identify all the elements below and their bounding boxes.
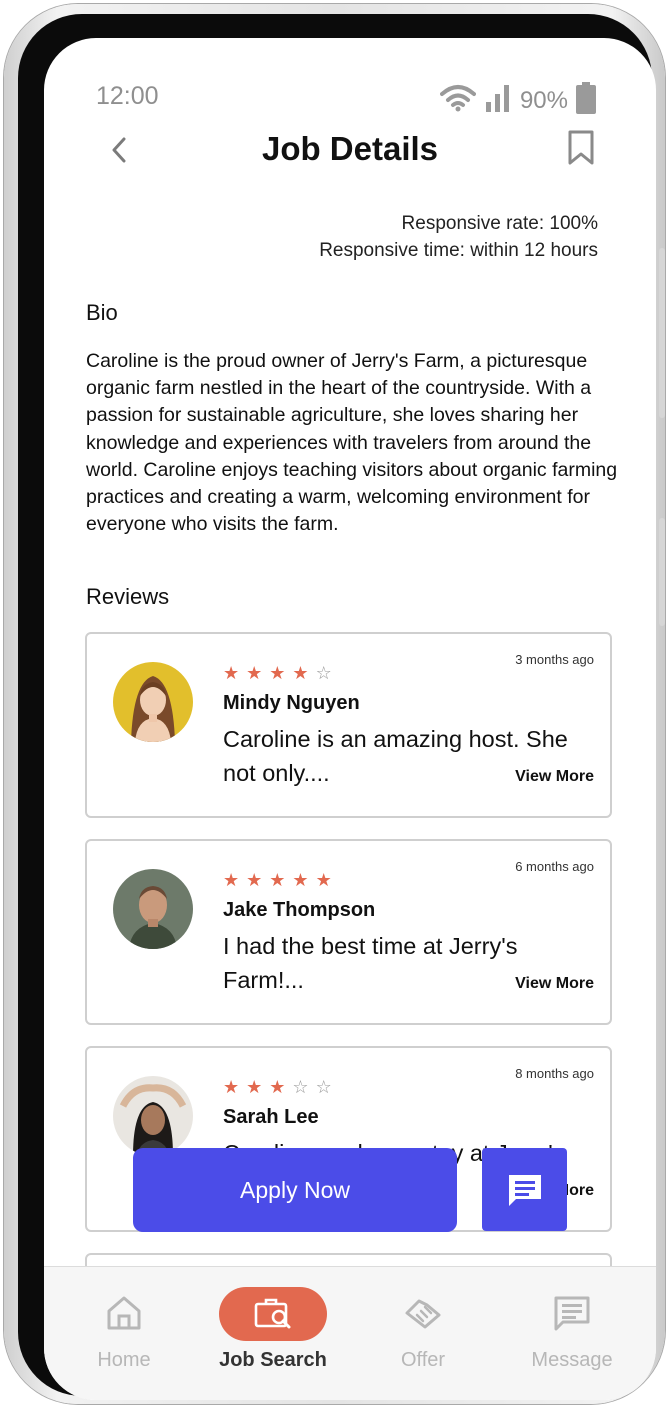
bookmark-button[interactable]	[566, 130, 596, 166]
power-button	[659, 518, 665, 626]
nav-item-offer[interactable]: Offer	[353, 1267, 493, 1400]
star-rating: ★ ★ ★ ★ ★	[223, 871, 332, 891]
handshake-icon	[401, 1293, 445, 1333]
bookmark-icon	[568, 130, 594, 165]
star-filled-icon: ★	[269, 1077, 286, 1098]
star-filled-icon: ★	[223, 1077, 240, 1098]
review-time: 8 months ago	[515, 1066, 594, 1081]
nav-item-home[interactable]: Home	[54, 1267, 194, 1400]
reviewer-name: Jake Thompson	[223, 899, 376, 921]
bio-heading: Bio	[86, 300, 118, 325]
status-bar: 12:00 90%	[96, 82, 596, 114]
message-icon	[550, 1293, 594, 1333]
review-time: 6 months ago	[515, 859, 594, 874]
message-icon	[508, 1174, 541, 1206]
star-empty-icon: ☆	[315, 1077, 332, 1098]
review-card: ★ ★ ★ ★ ☆ 3 months ago Mindy Nguyen Caro…	[85, 632, 612, 818]
nav-item-label: Job Search	[219, 1349, 327, 1371]
star-rating: ★ ★ ★ ★ ☆	[223, 664, 332, 684]
page-title: Job Details	[261, 130, 439, 167]
screen: 12:00 90% Job Details Responsive rate: 1…	[44, 38, 656, 1400]
host-stats: Responsive rate: 100% Responsive time: w…	[319, 210, 598, 264]
status-time: 12:00	[96, 82, 159, 110]
star-filled-icon: ★	[246, 870, 263, 891]
star-filled-icon: ★	[223, 663, 240, 684]
review-time: 3 months ago	[515, 652, 594, 667]
apply-now-button[interactable]: Apply Now	[133, 1148, 457, 1232]
star-filled-icon: ★	[269, 663, 286, 684]
star-rating: ★ ★ ★ ☆ ☆	[223, 1078, 332, 1098]
star-filled-icon: ★	[246, 663, 263, 684]
header: Job Details	[44, 126, 656, 176]
avatar	[113, 869, 193, 949]
nav-item-label: Home	[97, 1349, 151, 1371]
battery-percent: 90%	[519, 87, 568, 114]
responsive-rate: Responsive rate: 100%	[401, 213, 598, 234]
star-filled-icon: ★	[292, 870, 309, 891]
responsive-time: Responsive time: within 12 hours	[319, 240, 598, 261]
avatar	[113, 662, 193, 742]
wifi-icon	[439, 84, 476, 118]
bio-text: Caroline is the proud owner of Jerry's F…	[86, 350, 618, 536]
phone-bezel: 12:00 90% Job Details Responsive rate: 1…	[18, 14, 656, 1400]
star-filled-icon: ★	[292, 663, 309, 684]
star-filled-icon: ★	[223, 870, 240, 891]
review-card: ★ ★ ★ ★ ★ 6 months ago Jake Thompson I h…	[85, 839, 612, 1025]
reviewer-name: Mindy Nguyen	[223, 692, 360, 714]
phone-frame: 12:00 90% Job Details Responsive rate: 1…	[4, 4, 665, 1404]
nav-item-label: Offer	[400, 1349, 446, 1371]
nav-item-message[interactable]: Message	[502, 1267, 642, 1400]
home-icon	[102, 1293, 146, 1333]
star-empty-icon: ☆	[292, 1077, 309, 1098]
reviewer-name: Sarah Lee	[223, 1106, 319, 1128]
battery-icon	[576, 82, 596, 120]
avatar	[113, 1076, 193, 1156]
reviews-heading: Reviews	[86, 584, 170, 609]
bottom-nav: Home Job Search Offer Message	[44, 1266, 656, 1400]
view-more-link[interactable]: View More	[515, 975, 594, 993]
briefcase-search-icon	[251, 1293, 295, 1333]
nav-item-job-search[interactable]: Job Search	[203, 1267, 343, 1400]
star-empty-icon: ☆	[315, 663, 332, 684]
star-filled-icon: ★	[269, 870, 286, 891]
nav-item-label: Message	[531, 1349, 613, 1371]
volume-button	[659, 248, 665, 418]
chat-button[interactable]	[482, 1148, 567, 1231]
signal-icon	[484, 84, 512, 118]
view-more-link[interactable]: View More	[515, 768, 594, 786]
star-filled-icon: ★	[246, 1077, 263, 1098]
star-filled-icon: ★	[315, 870, 332, 891]
